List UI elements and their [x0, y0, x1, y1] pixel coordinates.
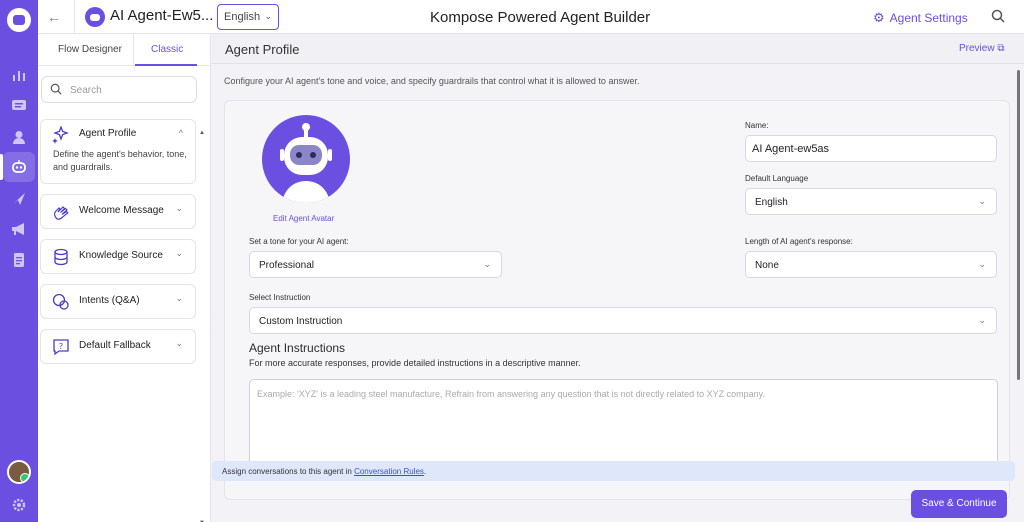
nav-rail [0, 0, 38, 522]
chevron-down-icon: ⌄ [978, 259, 986, 269]
name-field[interactable]: AI Agent-ew5as [745, 135, 997, 162]
tone-label: Set a tone for your AI agent: [249, 237, 349, 246]
textarea-placeholder: Example: 'XYZ' is a leading steel manufa… [257, 389, 766, 399]
search-input[interactable]: Search [41, 76, 197, 103]
gear-icon: ⚙ [873, 10, 885, 25]
profile-form-panel: Edit Agent Avatar Name: AI Agent-ew5as D… [224, 100, 1010, 500]
contacts-icon[interactable] [11, 130, 27, 144]
top-header: ← AI Agent-Ew5... English ⌄ Kompose Powe… [38, 0, 1024, 34]
agent-name-title: AI Agent-Ew5... [110, 7, 214, 24]
card-label: Agent Profile [79, 128, 137, 139]
response-length-select[interactable]: None ⌄ [745, 251, 997, 278]
tone-value: Professional [259, 260, 315, 271]
card-agent-profile[interactable]: Agent Profile ^ Define the agent's behav… [40, 119, 196, 184]
main-content: Agent Profile Preview ⧉ Configure your A… [212, 34, 1024, 522]
designer-tabs: Flow Designer Classic [38, 34, 211, 66]
chevron-down-icon: ⌄ [978, 315, 986, 325]
app-logo-icon[interactable] [7, 8, 31, 32]
card-label: Knowledge Source [79, 250, 163, 261]
card-default-fallback[interactable]: ? Default Fallback ⌄ [40, 329, 196, 364]
user-avatar[interactable] [7, 460, 31, 484]
search-placeholder: Search [70, 85, 102, 96]
save-continue-button[interactable]: Save & Continue [911, 490, 1007, 518]
default-language-select[interactable]: English ⌄ [745, 188, 997, 215]
sparkles-icon [52, 125, 70, 144]
chevron-down-icon: ⌄ [175, 203, 183, 213]
conversation-rules-link[interactable]: Conversation Rules [354, 467, 424, 476]
left-panel: Flow Designer Classic Search Agent Profi… [38, 34, 211, 522]
chevron-down-icon: ⌄ [483, 259, 491, 269]
tab-flow-designer[interactable]: Flow Designer [58, 44, 122, 55]
intro-text: Configure your AI agent's tone and voice… [224, 76, 640, 86]
question-bubble-icon: ? [52, 338, 70, 356]
chat-bubbles-icon [52, 293, 70, 311]
response-length-value: None [755, 260, 779, 271]
chevron-down-icon: ⌄ [175, 338, 183, 348]
card-label: Default Fallback [79, 340, 151, 351]
reports-icon[interactable] [11, 253, 27, 267]
megaphone-icon[interactable] [11, 222, 27, 236]
bot-icon[interactable] [11, 160, 27, 174]
instruction-select[interactable]: Custom Instruction ⌄ [249, 307, 997, 334]
agent-avatar[interactable] [262, 115, 350, 203]
chevron-down-icon: ⌄ [978, 196, 986, 206]
wave-hand-icon [52, 203, 70, 221]
page-title: Kompose Powered Agent Builder [430, 9, 651, 26]
active-tab-underline [135, 64, 197, 66]
edit-avatar-link[interactable]: Edit Agent Avatar [273, 214, 334, 223]
card-label: Intents (Q&A) [79, 295, 140, 306]
notice-text: Assign conversations to this agent in [222, 467, 355, 476]
tab-separator [133, 34, 134, 66]
card-intents[interactable]: Intents (Q&A) ⌄ [40, 284, 196, 319]
search-icon[interactable] [991, 9, 1005, 23]
language-select[interactable]: English ⌄ [217, 4, 279, 30]
chevron-down-icon: ⌄ [175, 293, 183, 303]
language-select-value: English [224, 11, 261, 23]
notice-end: . [423, 467, 427, 476]
preview-label: Preview [959, 43, 995, 54]
instruction-label: Select Instruction [249, 293, 311, 302]
card-label: Welcome Message [79, 205, 164, 216]
agent-settings-link[interactable]: ⚙ Agent Settings [873, 10, 968, 26]
agent-bot-icon [85, 7, 105, 27]
analytics-icon[interactable] [11, 68, 27, 82]
chevron-down-icon: ⌄ [264, 11, 272, 21]
back-arrow-icon[interactable]: ← [46, 9, 62, 25]
agent-instructions-title: Agent Instructions [249, 341, 346, 355]
name-label: Name: [745, 121, 769, 130]
robot-icon [280, 123, 332, 203]
default-language-value: English [755, 197, 788, 208]
database-icon [52, 248, 70, 266]
tab-classic[interactable]: Classic [151, 44, 183, 55]
external-link-icon: ⧉ [997, 43, 1005, 54]
name-field-value: AI Agent-ew5as [752, 143, 830, 155]
section-heading: Agent Profile [225, 42, 300, 57]
scroll-up-arrow-icon[interactable]: ▲ [199, 130, 205, 136]
chevron-up-icon: ^ [178, 128, 183, 138]
gear-icon[interactable] [11, 498, 27, 512]
tone-select[interactable]: Professional ⌄ [249, 251, 502, 278]
instruction-value: Custom Instruction [259, 316, 343, 327]
scrollbar-thumb[interactable] [1017, 70, 1020, 380]
main-header: Agent Profile Preview ⧉ [212, 34, 1024, 64]
conversation-rules-notice: Assign conversations to this agent in Co… [212, 461, 1015, 481]
card-welcome-message[interactable]: Welcome Message ⌄ [40, 194, 196, 229]
active-nav-indicator [0, 154, 3, 180]
search-icon [50, 83, 62, 95]
agent-settings-label: Agent Settings [889, 11, 968, 25]
inbox-icon[interactable] [11, 99, 27, 113]
card-knowledge-source[interactable]: Knowledge Source ⌄ [40, 239, 196, 274]
left-scrollbar[interactable]: ▲ ▼ [199, 130, 205, 522]
preview-link[interactable]: Preview ⧉ [959, 43, 1005, 54]
svg-text:?: ? [59, 342, 63, 351]
main-scrollbar[interactable] [1016, 70, 1022, 420]
campaigns-icon[interactable] [11, 192, 27, 206]
chevron-down-icon: ⌄ [175, 248, 183, 258]
agent-instructions-subtitle: For more accurate responses, provide det… [249, 358, 581, 368]
header-divider [74, 0, 75, 34]
default-language-label: Default Language [745, 174, 809, 183]
response-length-label: Length of AI agent's response: [745, 237, 853, 246]
card-description: Define the agent's behavior, tone, and g… [53, 149, 187, 172]
